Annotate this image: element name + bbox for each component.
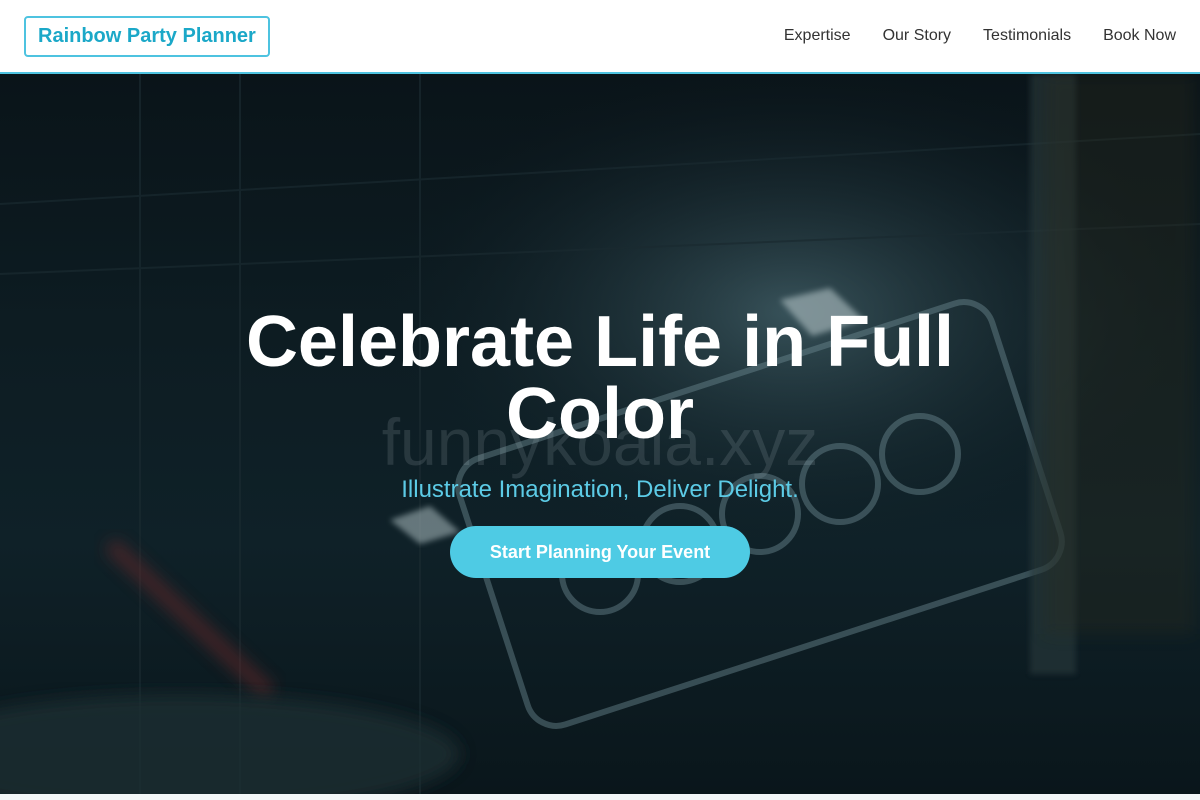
- nav-link-our-story[interactable]: Our Story: [883, 27, 951, 45]
- nav-link-testimonials[interactable]: Testimonials: [983, 27, 1071, 45]
- hero-title: Celebrate Life in Full Color: [245, 302, 955, 454]
- hero-section: funnykoala.xyz Celebrate Life in Full Co…: [0, 74, 1200, 794]
- hero-subtitle: Illustrate Imagination, Deliver Delight.: [401, 476, 799, 503]
- nav-menu: Expertise Our Story Testimonials Book No…: [784, 27, 1176, 45]
- nav-link-expertise[interactable]: Expertise: [784, 27, 851, 45]
- site-logo[interactable]: Rainbow Party Planner: [24, 15, 270, 57]
- top-navbar: Rainbow Party Planner Expertise Our Stor…: [0, 0, 1200, 74]
- page-bottom-strip: [0, 794, 1200, 800]
- nav-link-book-now[interactable]: Book Now: [1103, 27, 1176, 45]
- hero-content: Celebrate Life in Full Color Illustrate …: [0, 74, 1200, 794]
- start-planning-button[interactable]: Start Planning Your Event: [450, 526, 750, 578]
